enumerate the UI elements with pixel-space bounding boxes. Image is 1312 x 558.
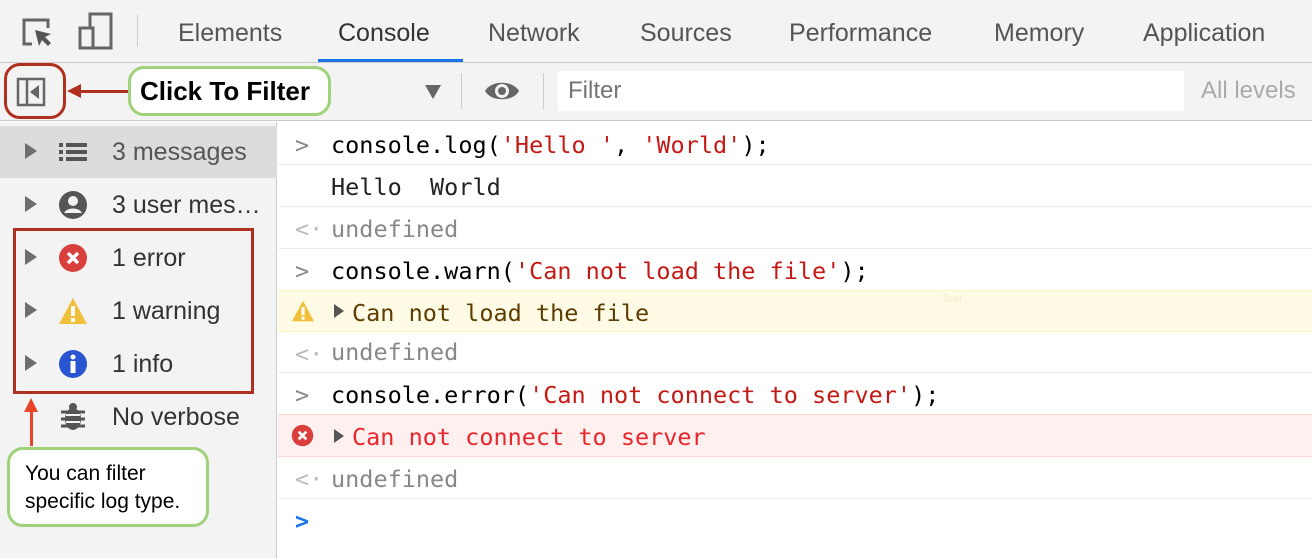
sidebar-item-user-messages[interactable]: 3 user mes…	[0, 179, 277, 231]
sidebar-toggle-highlight	[4, 63, 66, 119]
result-value: undefined	[331, 338, 459, 366]
expand-arrow-icon[interactable]	[334, 304, 344, 318]
list-icon	[59, 143, 87, 161]
tab-elements[interactable]: Elements	[178, 0, 282, 62]
sidebar-item-label: 3 messages	[112, 138, 247, 166]
console-input-row: > console.error('Can not connect to serv…	[278, 373, 1312, 415]
result-arrow-icon: <·	[295, 215, 324, 243]
prompt-chevron-icon: >	[295, 131, 310, 159]
filter-tip-callout: You can filter specific log type.	[7, 447, 209, 527]
console-input-row: > console.warn('Can not load the file');	[278, 249, 1312, 291]
divider	[461, 73, 462, 109]
command-text[interactable]: console.log('Hello ', 'World');	[331, 131, 770, 159]
result-arrow-icon: <·	[295, 340, 324, 368]
chevron-down-icon	[425, 85, 441, 99]
error-message: Can not connect to server	[352, 423, 706, 451]
sidebar-item-label: 3 user mes…	[112, 191, 261, 219]
console-output: > console.log('Hello ', 'World'); Hello …	[278, 122, 1312, 558]
prompt-chevron-icon: >	[295, 257, 310, 285]
console-sidebar: 3 messages 3 user mes… 1 error 1 warning…	[0, 122, 277, 558]
annotation-arrow	[30, 408, 33, 446]
bug-icon	[61, 403, 85, 430]
prompt-chevron-icon: >	[295, 507, 310, 535]
result-value: undefined	[331, 465, 459, 493]
sidebar-item-messages[interactable]: 3 messages	[0, 126, 277, 178]
devtools-tab-bar: Elements Console Network Sources Perform…	[0, 0, 1312, 63]
expand-arrow-icon	[25, 196, 37, 212]
divider	[543, 73, 544, 109]
result-arrow-icon: <·	[295, 465, 324, 493]
divider	[137, 15, 138, 47]
device-toolbar-icon[interactable]	[78, 12, 114, 50]
console-prompt[interactable]: >	[278, 499, 1312, 558]
expand-arrow-icon[interactable]	[334, 429, 344, 443]
tab-memory[interactable]: Memory	[994, 0, 1084, 62]
prompt-chevron-icon: >	[295, 381, 310, 409]
live-expression-eye-icon[interactable]	[484, 78, 520, 104]
annotation-arrow	[78, 90, 130, 93]
warning-message: Can not load the file	[352, 299, 650, 327]
user-icon	[59, 191, 87, 219]
console-error-row: Can not connect to server	[278, 414, 1312, 457]
tab-console[interactable]: Console	[318, 0, 463, 62]
command-text[interactable]: console.warn('Can not load the file');	[331, 257, 869, 285]
context-dropdown[interactable]	[340, 71, 445, 111]
error-icon	[291, 424, 314, 447]
log-levels-dropdown[interactable]: All levels	[1201, 77, 1296, 105]
sidebar-item-verbose[interactable]: No verbose	[0, 391, 277, 443]
tab-network[interactable]: Network	[488, 0, 580, 62]
tab-sources[interactable]: Sources	[640, 0, 732, 62]
tab-performance[interactable]: Performance	[789, 0, 932, 62]
console-warning-row: Can not load the file Text	[278, 290, 1312, 332]
filter-input[interactable]	[558, 71, 1184, 111]
log-output: Hello World	[331, 173, 501, 201]
filter-group-highlight	[13, 228, 254, 394]
command-text[interactable]: console.error('Can not connect to server…	[331, 381, 939, 409]
arrow-head	[67, 84, 81, 98]
console-input-row: > console.log('Hello ', 'World');	[278, 123, 1312, 165]
console-toolbar: Click To Filter All levels	[0, 63, 1312, 121]
console-result-row: <· undefined	[278, 332, 1312, 373]
result-value: undefined	[331, 215, 459, 243]
sidebar-item-label: No verbose	[112, 403, 240, 431]
watermark-text: Text	[942, 293, 963, 305]
tab-application[interactable]: Application	[1143, 0, 1265, 62]
expand-arrow-icon	[25, 143, 37, 159]
console-result-row: <· undefined	[278, 457, 1312, 499]
console-log-row: Hello World	[278, 165, 1312, 207]
warning-icon	[292, 300, 314, 322]
inspect-element-icon[interactable]	[20, 16, 54, 50]
click-to-filter-callout: Click To Filter	[128, 66, 331, 116]
console-result-row: <· undefined	[278, 207, 1312, 249]
arrow-head	[24, 398, 38, 412]
